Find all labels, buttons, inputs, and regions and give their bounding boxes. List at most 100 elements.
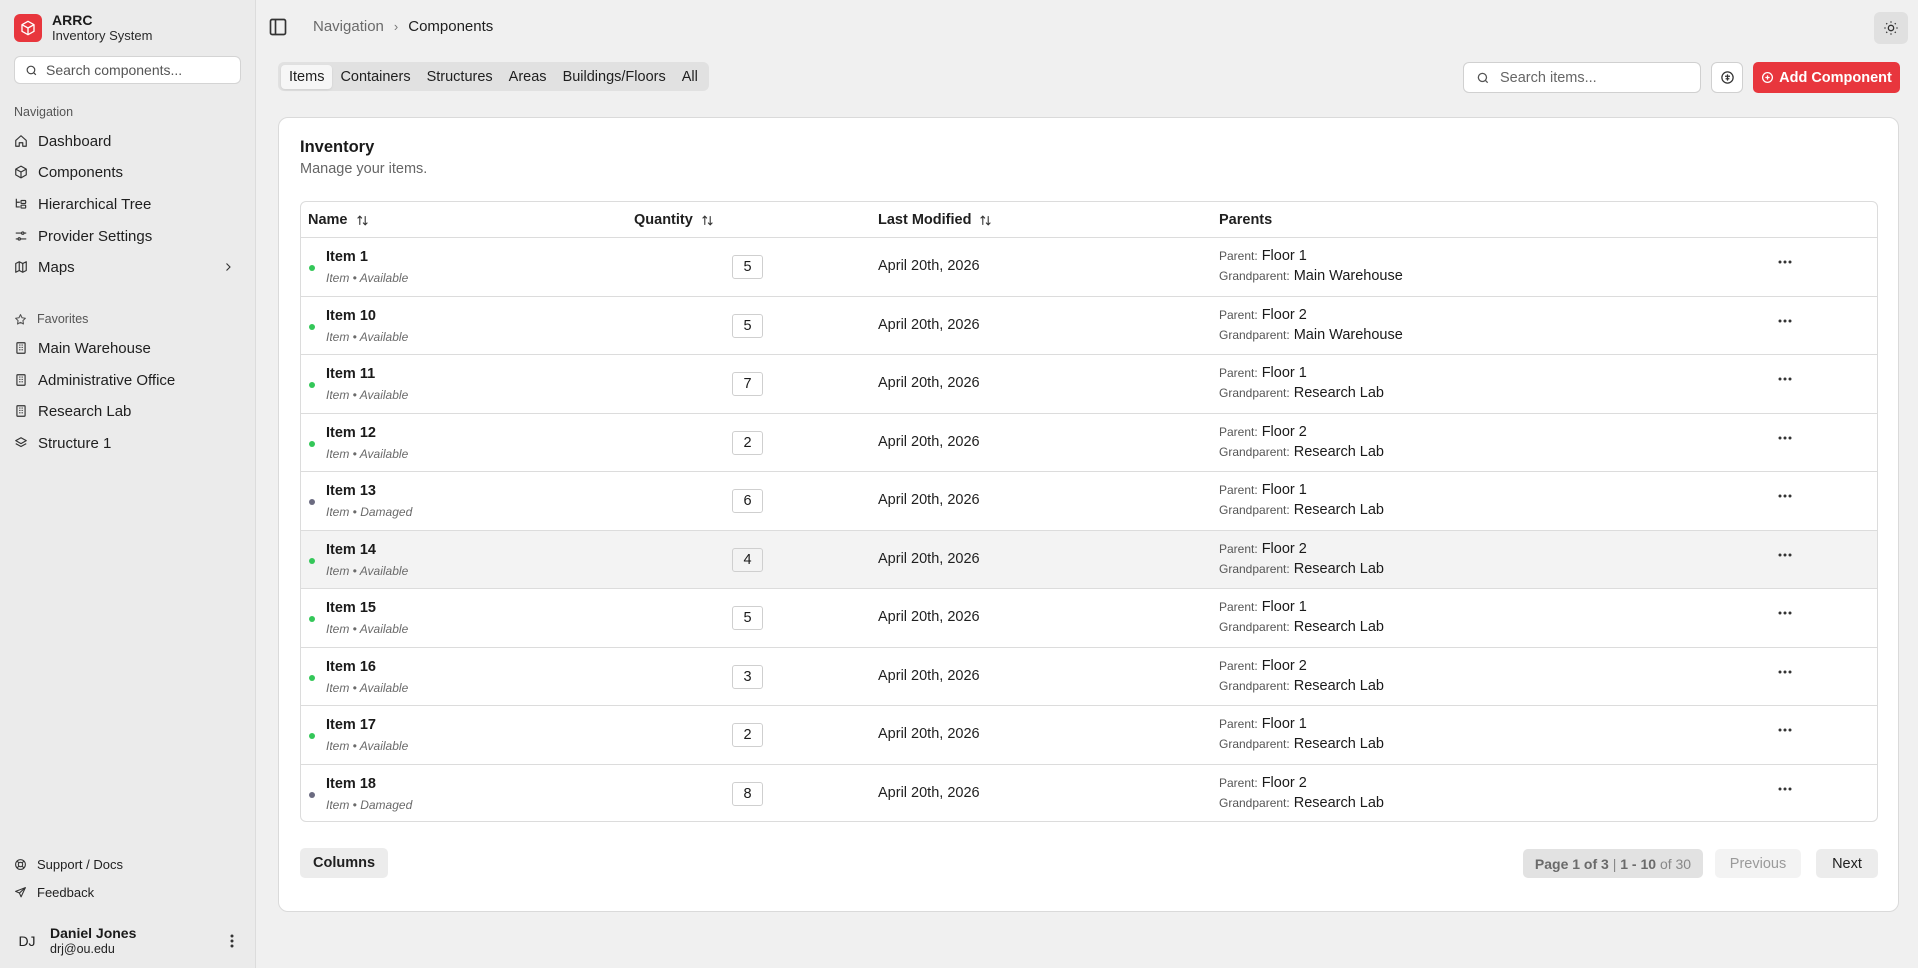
item-name[interactable]: Item 17 [326, 717, 376, 733]
favorite-item-structure-1[interactable]: Structure 1 [14, 429, 242, 457]
item-name[interactable]: Item 1 [326, 249, 368, 265]
favorite-item-main-warehouse[interactable]: Main Warehouse [14, 334, 242, 362]
chevron-right-icon[interactable] [222, 261, 234, 273]
parents-cell: Parent: Floor 1 Grandparent: Research Lab [1219, 480, 1384, 520]
item-search-input[interactable] [1500, 69, 1690, 86]
more-vertical-icon[interactable] [230, 934, 234, 948]
item-name[interactable]: Item 18 [326, 776, 376, 792]
item-name[interactable]: Item 12 [326, 425, 376, 441]
parent-value: Floor 1 [1261, 365, 1307, 381]
home-icon [14, 134, 28, 148]
page-info: Page 1 of 3 | 1 - 10 of 30 [1523, 849, 1703, 878]
grandparent-value: Research Lab [1293, 677, 1384, 694]
more-horizontal-icon[interactable] [1778, 787, 1792, 791]
tab-containers[interactable]: Containers [332, 65, 418, 89]
item-subtitle: Item • Damaged [326, 505, 413, 519]
more-horizontal-icon[interactable] [1778, 377, 1792, 381]
more-horizontal-icon[interactable] [1778, 611, 1792, 615]
columns-button[interactable]: Columns [300, 848, 388, 878]
parent-label: Parent: [1219, 483, 1258, 497]
next-button[interactable]: Next [1816, 849, 1878, 878]
more-horizontal-icon[interactable] [1778, 319, 1792, 323]
tab-all[interactable]: All [674, 65, 706, 89]
tab-buildings-floors[interactable]: Buildings/Floors [555, 65, 674, 89]
sidebar-search-input[interactable] [46, 62, 236, 78]
more-horizontal-icon[interactable] [1778, 260, 1792, 264]
page-separator: | [1612, 855, 1617, 872]
feedback-link[interactable]: Feedback [14, 885, 94, 900]
last-modified: April 20th, 2026 [878, 726, 980, 742]
add-component-button[interactable]: Add Component [1753, 62, 1900, 93]
chevron-right-icon: › [393, 19, 399, 34]
item-name[interactable]: Item 10 [326, 308, 376, 324]
user-profile[interactable]: DJ Daniel Jones drj@ou.edu [14, 924, 242, 958]
total-text: of 30 [1659, 855, 1692, 872]
table-row[interactable]: Item 16 Item • Available 3 April 20th, 2026… [301, 648, 1877, 706]
parent-value: Floor 2 [1261, 423, 1307, 440]
item-search[interactable] [1463, 62, 1701, 93]
column-header-last-modified[interactable]: Last Modified [878, 212, 992, 228]
avatar: DJ [18, 933, 36, 949]
search-icon [1476, 71, 1490, 85]
grandparent-value: Research Lab [1293, 619, 1384, 635]
breadcrumb-item-components: Components [408, 18, 494, 35]
grandparent-value: Research Lab [1293, 736, 1384, 752]
tab-structures[interactable]: Structures [419, 65, 501, 89]
parents-cell: Parent: Floor 1 Grandparent: Research Lab [1219, 363, 1384, 403]
user-email: drj@ou.edu [50, 942, 115, 956]
table-row[interactable]: Item 14 Item • Available 4 April 20th, 2026… [301, 530, 1877, 589]
send-icon [14, 886, 27, 899]
grandparent-value: Research Lab [1293, 560, 1384, 577]
tab-items[interactable]: Items [281, 64, 333, 89]
more-horizontal-icon[interactable] [1778, 553, 1792, 557]
sidebar-toggle-button[interactable] [268, 17, 290, 39]
sidebar-item-components[interactable]: Components [14, 158, 242, 186]
parents-cell: Parent: Floor 2 Grandparent: Research Lab [1219, 656, 1384, 696]
inventory-card: Inventory Manage your items. Name Quanti… [278, 117, 1899, 912]
column-header-label: Parents [1219, 212, 1273, 228]
table-row[interactable]: Item 10 Item • Available 5 April 20th, 2026… [301, 297, 1877, 355]
previous-button[interactable]: Previous [1715, 849, 1801, 878]
status-dot [309, 557, 315, 564]
quantity-badge: 4 [732, 547, 763, 572]
more-horizontal-icon[interactable] [1778, 436, 1792, 440]
sidebar-item-hierarchical-tree[interactable]: Hierarchical Tree [14, 190, 242, 218]
sidebar-item-dashboard[interactable]: Dashboard [14, 127, 242, 155]
more-horizontal-icon[interactable] [1778, 728, 1792, 732]
table-row[interactable]: Item 1 Item • Available 5 April 20th, 2026 P… [301, 238, 1877, 297]
table-row[interactable]: Item 13 Item • Damaged 6 April 20th, 2026 Pa… [301, 472, 1877, 531]
column-header-quantity[interactable]: Quantity [634, 212, 714, 228]
item-name[interactable]: Item 15 [326, 600, 376, 616]
column-header-name[interactable]: Name [308, 212, 369, 228]
table-row[interactable]: Item 15 Item • Available 5 April 20th, 2026… [301, 589, 1877, 648]
more-horizontal-icon[interactable] [1778, 670, 1792, 674]
parent-value: Floor 1 [1261, 599, 1307, 615]
sidebar-item-maps[interactable]: Maps [14, 253, 242, 281]
sidebar-search[interactable] [14, 56, 241, 84]
item-name[interactable]: Item 14 [326, 542, 376, 558]
table-row[interactable]: Item 12 Item • Available 2 April 20th, 2026… [301, 414, 1877, 472]
tab-areas[interactable]: Areas [501, 65, 555, 89]
sidebar-item-provider-settings[interactable]: Provider Settings [14, 222, 242, 250]
grandparent-value: Research Lab [1293, 502, 1384, 518]
filter-button[interactable] [1711, 62, 1743, 93]
last-modified: April 20th, 2026 [878, 492, 980, 508]
item-name[interactable]: Item 11 [326, 366, 375, 382]
more-horizontal-icon[interactable] [1778, 494, 1792, 498]
table-row[interactable]: Item 17 Item • Available 2 April 20th, 2026… [301, 706, 1877, 765]
favorite-item-research-lab[interactable]: Research Lab [14, 397, 242, 425]
sun-icon [1883, 20, 1899, 36]
item-name[interactable]: Item 16 [326, 659, 376, 675]
item-name[interactable]: Item 13 [326, 483, 376, 499]
favorites-label: Favorites [37, 312, 89, 326]
status-dot [309, 674, 315, 681]
table-row[interactable]: Item 11 Item • Available 7 April 20th, 2026… [301, 355, 1877, 414]
breadcrumb-item-navigation[interactable]: Navigation [313, 18, 384, 35]
table-row[interactable]: Item 18 Item • Damaged 8 April 20th, 2026 Pa… [301, 765, 1877, 822]
support-docs-link[interactable]: Support / Docs [14, 857, 123, 872]
theme-toggle-button[interactable] [1874, 12, 1908, 44]
favorite-item-administrative-office[interactable]: Administrative Office [14, 366, 242, 394]
star-icon [14, 313, 27, 326]
brand[interactable]: ARRC Inventory System [14, 12, 152, 44]
page-text: Page 1 of 3 [1534, 855, 1609, 872]
